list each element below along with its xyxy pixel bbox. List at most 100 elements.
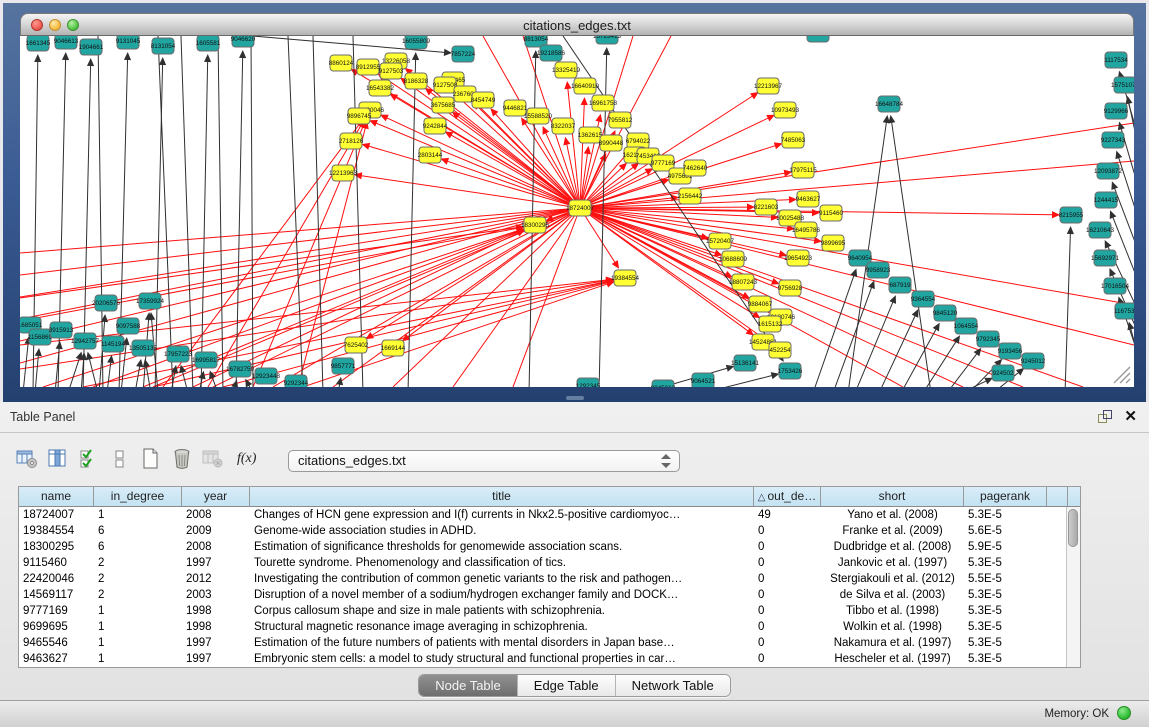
graph-node[interactable]: 1117534	[1104, 52, 1128, 68]
graph-node[interactable]: 9097588	[116, 318, 141, 334]
table-row[interactable]: 1830029562008Estimation of significance …	[19, 539, 1080, 555]
tab-node-table[interactable]: Node Table	[419, 675, 518, 696]
table-row[interactable]: 969969511998Structural magnetic resonanc…	[19, 619, 1080, 635]
graph-node[interactable]: 8215955	[1059, 207, 1084, 223]
graph-node[interactable]: 9115460	[819, 205, 844, 221]
graph-node[interactable]: 1661345	[26, 36, 51, 51]
graph-node[interactable]: 15751074	[1111, 77, 1134, 93]
graph-node[interactable]: 1064554	[954, 318, 979, 334]
graph-node[interactable]: 12093872	[1094, 163, 1123, 179]
graph-node[interactable]: 1605581	[196, 36, 221, 51]
graph-node[interactable]: 9127503	[379, 63, 404, 79]
graph-node[interactable]: 9131045	[116, 36, 141, 49]
splitter-handle[interactable]	[566, 396, 584, 400]
column-header-filler[interactable]	[1047, 487, 1068, 506]
graph-node[interactable]: 7485063	[781, 132, 806, 148]
network-table-select[interactable]: citations_edges.txt	[288, 450, 680, 472]
graph-node[interactable]: 12942757	[71, 333, 100, 349]
table-row[interactable]: 1872400712008Changes of HCN gene express…	[19, 507, 1080, 523]
graph-node[interactable]: 15136141	[731, 355, 760, 371]
graph-node[interactable]: 15723413	[593, 36, 622, 44]
graph-node[interactable]: 16995817	[192, 352, 221, 368]
network-graph[interactable]: 1872400716613459046613190466191310458131…	[20, 36, 1134, 387]
table-row[interactable]: 1938455462009Genome-wide association stu…	[19, 523, 1080, 539]
graph-node[interactable]: 8186328	[404, 73, 429, 89]
table-options-button[interactable]	[14, 446, 40, 472]
network-window-titlebar[interactable]: citations_edges.txt	[20, 13, 1134, 36]
graph-node[interactable]: 10973493	[771, 102, 800, 118]
column-header-in_degree[interactable]: in_degree	[94, 487, 182, 506]
graph-node[interactable]: 9046620	[231, 36, 256, 47]
graph-node[interactable]: 1669144	[381, 340, 406, 356]
graph-node[interactable]: 1615132	[758, 316, 783, 332]
table-row[interactable]: 911546021997Tourette syndrome. Phenomeno…	[19, 555, 1080, 571]
column-header-name[interactable]: name	[19, 487, 94, 506]
delete-rows-button[interactable]	[169, 446, 195, 472]
graph-node[interactable]: 12213967	[754, 78, 783, 94]
graph-node[interactable]: 17975115	[789, 162, 817, 178]
graph-node[interactable]: 9245012	[1021, 353, 1046, 369]
tab-edge-table[interactable]: Edge Table	[518, 675, 616, 696]
graph-node[interactable]: 9899695	[821, 235, 846, 251]
table-row[interactable]: 2242004622012Investigating the contribut…	[19, 571, 1080, 587]
graph-node[interactable]: 9884067	[748, 296, 773, 312]
column-header-title[interactable]: title	[250, 487, 754, 506]
graph-node[interactable]: 10688609	[719, 251, 748, 267]
new-table-button[interactable]	[138, 446, 164, 472]
table-row[interactable]: 946362711997Embryonic stem cells: a mode…	[19, 651, 1080, 667]
column-header-year[interactable]: year	[182, 487, 250, 506]
graph-node[interactable]: 9292344	[284, 375, 309, 387]
graph-node[interactable]: 16210643	[1086, 222, 1115, 238]
table-row[interactable]: 946554611997Estimation of the future num…	[19, 635, 1080, 651]
graph-node[interactable]: 15720407	[706, 233, 735, 249]
graph-node[interactable]: 18724007	[566, 200, 595, 216]
graph-node[interactable]: 687919	[889, 277, 911, 293]
graph-node[interactable]: 7625402	[344, 337, 369, 353]
graph-node[interactable]: 18807243	[729, 274, 758, 290]
graph-node[interactable]: 15692971	[1091, 250, 1120, 266]
graph-node[interactable]: 17359924	[136, 293, 165, 309]
graph-node[interactable]: 9193456	[998, 343, 1023, 359]
delete-table-button[interactable]	[200, 446, 226, 472]
graph-node[interactable]: 8912955	[356, 59, 381, 75]
graph-node[interactable]: 19218586	[537, 45, 566, 61]
graph-node[interactable]: 16961758	[589, 95, 618, 111]
graph-node[interactable]: 7955812	[608, 112, 633, 128]
graph-node[interactable]: 9245013	[651, 380, 676, 387]
function-builder-button[interactable]: f(x)	[237, 451, 256, 467]
graph-node[interactable]: 9227343	[1101, 132, 1126, 148]
graph-node[interactable]: 16648784	[875, 96, 904, 112]
graph-node[interactable]: 1167533	[1114, 303, 1134, 319]
graph-node[interactable]: 452254	[769, 342, 791, 358]
graph-node[interactable]: 16495786	[792, 222, 821, 238]
graph-node[interactable]: 8454749	[471, 92, 496, 108]
graph-node[interactable]: 8322037	[551, 118, 576, 134]
graph-node[interactable]: 2803144	[418, 147, 443, 163]
graph-node[interactable]: 1244415	[1094, 192, 1119, 208]
graph-node[interactable]: 16782759	[226, 361, 255, 377]
graph-node[interactable]: 16640910	[571, 78, 600, 94]
graph-node[interactable]: 924502	[992, 365, 1014, 381]
clear-selection-button[interactable]	[107, 446, 133, 472]
float-panel-icon[interactable]	[1097, 409, 1113, 424]
select-all-button[interactable]	[76, 446, 102, 472]
graph-node[interactable]: 17016504	[1101, 278, 1130, 294]
graph-node[interactable]: 9364554	[911, 291, 936, 307]
graph-node[interactable]: 13505135	[129, 340, 158, 356]
graph-node[interactable]: 19654923	[784, 250, 813, 266]
graph-node[interactable]: 7462640	[683, 160, 708, 176]
graph-node[interactable]: 1145194	[101, 336, 126, 352]
graph-node[interactable]: 8221603	[754, 199, 779, 215]
graph-node[interactable]: 8860124	[329, 55, 354, 71]
scrollbar-thumb[interactable]	[1068, 509, 1078, 547]
graph-node[interactable]: 1292345	[576, 378, 601, 387]
graph-node[interactable]: 8990448	[599, 135, 624, 151]
graph-node[interactable]: 9129966	[1104, 103, 1129, 119]
column-header-pagerank[interactable]: pagerank	[964, 487, 1047, 506]
graph-node[interactable]: 17957223	[164, 346, 193, 362]
graph-node[interactable]: 12213963	[329, 165, 358, 181]
resize-grip-icon[interactable]	[1112, 365, 1132, 385]
graph-node[interactable]: 20206576	[92, 295, 121, 311]
graph-node[interactable]: 9064521	[691, 373, 716, 387]
graph-node[interactable]: 18300295	[521, 217, 550, 233]
